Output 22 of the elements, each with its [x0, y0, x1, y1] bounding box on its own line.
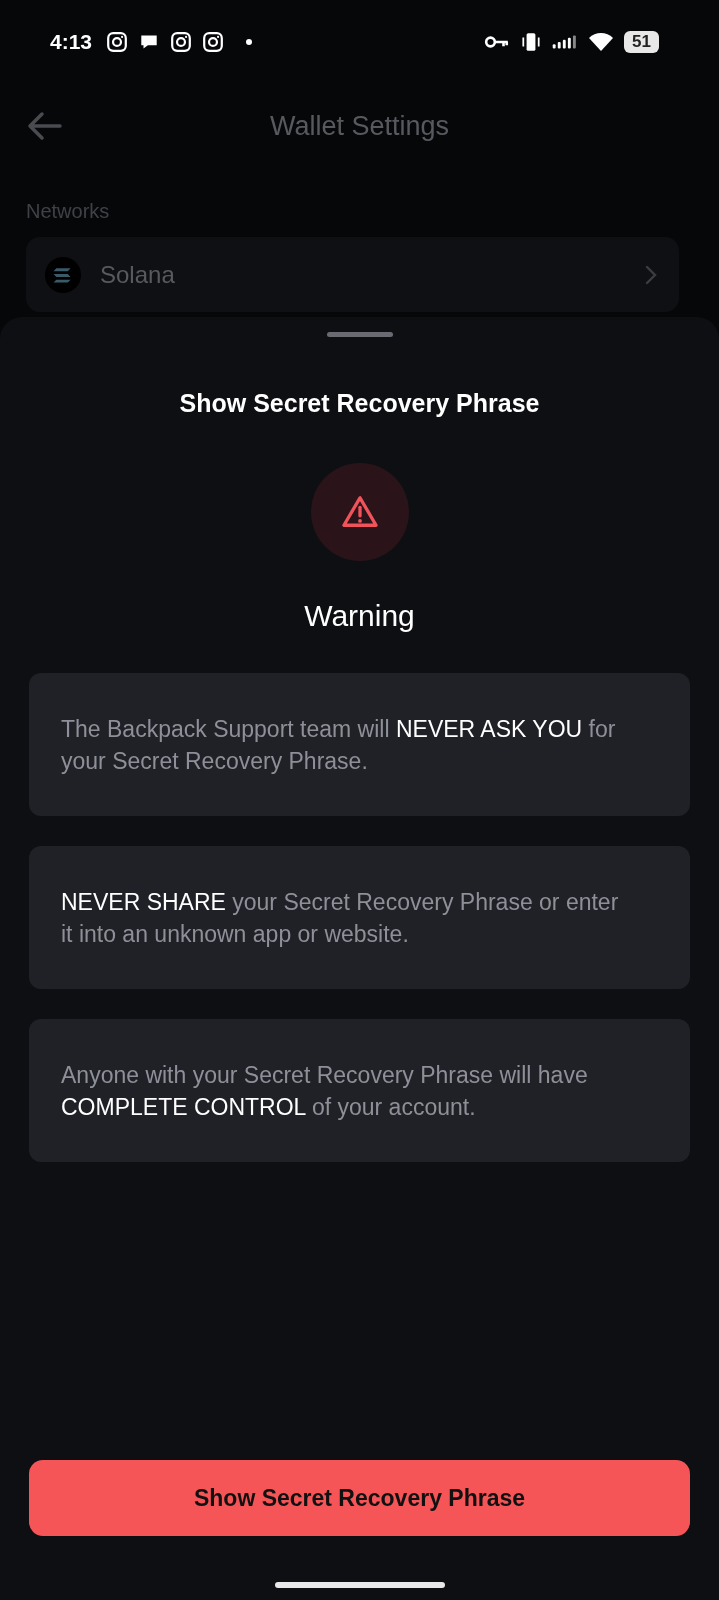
status-time: 4:13 [50, 30, 93, 54]
instagram-icon [202, 31, 225, 53]
instagram-icon [106, 31, 129, 53]
back-arrow-icon[interactable] [26, 111, 62, 141]
warning-icon [340, 495, 379, 529]
warning-text: Anyone with your Secret Recovery Phrase will have COMPLETE CONTROL of your account. [61, 1060, 589, 1122]
warning-text: NEVER SHARE your Secret Recovery Phrase or enter it into an unknown app or website. [61, 887, 620, 949]
instagram-icon [170, 31, 193, 53]
network-name: Solana [100, 260, 176, 289]
battery-indicator: 51 [624, 31, 659, 53]
network-logo-icon [44, 255, 82, 294]
warning-text: The Backpack Support team will NEVER ASK YOU for your Secret Recovery Phrase. [61, 714, 617, 776]
sheet-title: Show Secret Recovery Phrase [179, 389, 540, 418]
chevron-right-icon [645, 264, 657, 285]
wifi-icon [588, 31, 615, 53]
sheet-handle[interactable] [326, 332, 393, 337]
warning-heading: Warning [304, 599, 415, 633]
page-title: Wallet Settings [268, 110, 451, 142]
vibrate-icon [520, 31, 543, 53]
notification-dot-icon [246, 39, 253, 45]
show-phrase-button[interactable]: Show Secret Recovery Phrase [29, 1460, 690, 1536]
section-label: Networks [25, 199, 111, 224]
